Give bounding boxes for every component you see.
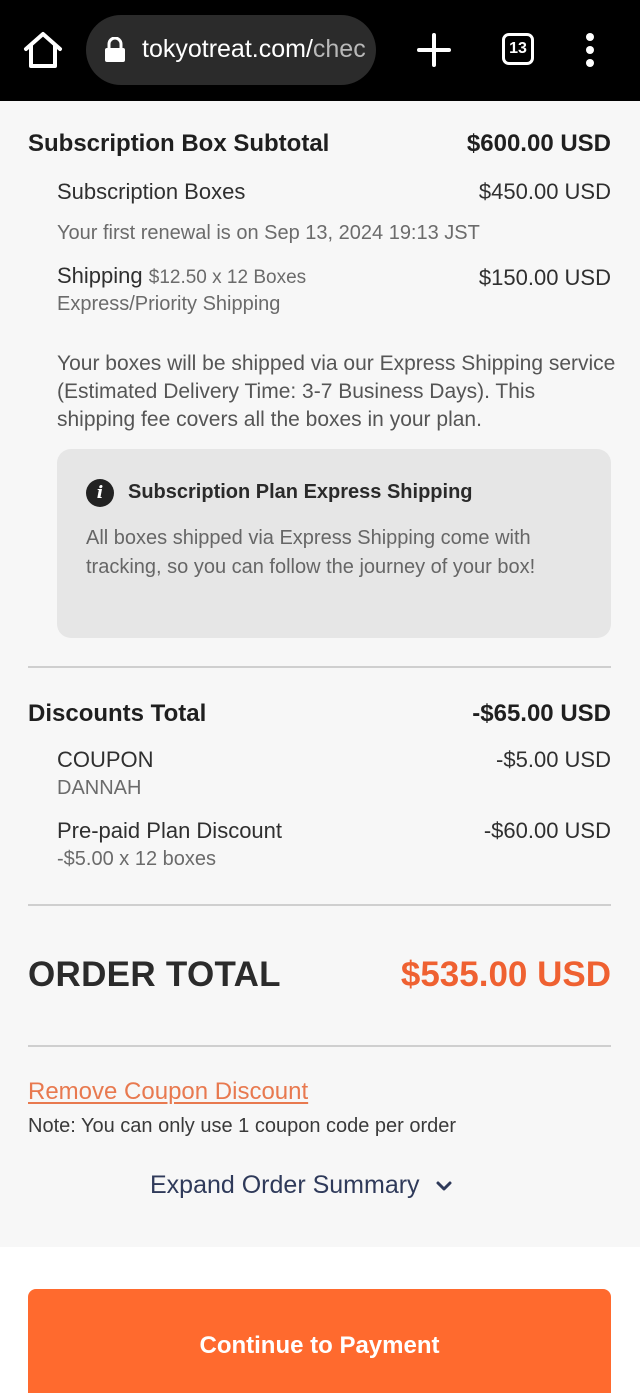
- tab-switcher-button[interactable]: 13: [502, 33, 534, 65]
- prepaid-discount-detail: -$5.00 x 12 boxes: [57, 848, 216, 870]
- chevron-down-icon: [436, 1181, 452, 1190]
- lock-icon: [105, 37, 125, 62]
- subscription-boxes-row: Subscription Boxes $450.00 USD: [57, 179, 611, 205]
- shipping-type: Express/Priority Shipping: [57, 293, 281, 315]
- prepaid-discount-label: Pre-paid Plan Discount: [57, 818, 283, 843]
- subscription-subtotal-label: Subscription Box Subtotal: [28, 130, 330, 157]
- subscription-subtotal-row: Subscription Box Subtotal $600.00 USD: [28, 130, 611, 158]
- coupon-value: -$5.00 USD: [496, 747, 611, 772]
- expand-order-summary-label: Expand Order Summary: [150, 1171, 420, 1199]
- divider: [28, 666, 611, 668]
- coupon-label: COUPON: [57, 747, 154, 772]
- prepaid-discount-row: Pre-paid Plan Discount -$5.00 x 12 boxes…: [57, 818, 611, 871]
- checkout-footer: Continue to Payment: [0, 1247, 640, 1393]
- expand-order-summary-button[interactable]: Expand Order Summary: [150, 1171, 454, 1200]
- shipping-label: Shipping: [57, 263, 143, 288]
- subscription-subtotal-value: $600.00 USD: [466, 130, 611, 157]
- home-icon[interactable]: [22, 30, 64, 70]
- divider: [28, 1045, 611, 1047]
- coupon-code: DANNAH: [57, 777, 142, 799]
- discounts-total-label: Discounts Total: [28, 700, 207, 727]
- discounts-total-value: -$65.00 USD: [472, 700, 611, 727]
- prepaid-discount-value: -$60.00 USD: [483, 818, 611, 843]
- new-tab-icon[interactable]: [414, 30, 454, 70]
- shipping-description: Your boxes will be shipped via our Expre…: [57, 352, 616, 431]
- browser-toolbar: tokyotreat.com/chec 13: [0, 0, 640, 101]
- subscription-boxes-label: Subscription Boxes: [57, 179, 246, 204]
- subscription-boxes-value: $450.00 USD: [478, 179, 611, 204]
- renewal-date-text: Your first renewal is on Sep 13, 2024 19…: [57, 222, 480, 244]
- shipping-value: $150.00 USD: [478, 265, 611, 290]
- discounts-total-row: Discounts Total -$65.00 USD: [28, 700, 611, 728]
- info-box-text: All boxes shipped via Express Shipping c…: [86, 527, 536, 578]
- express-shipping-info-box: i Subscription Plan Express Shipping All…: [57, 449, 611, 638]
- remove-coupon-link[interactable]: Remove Coupon Discount: [28, 1078, 308, 1106]
- info-icon: i: [86, 479, 114, 507]
- more-menu-icon[interactable]: [580, 30, 600, 70]
- url-text: tokyotreat.com/chec: [142, 35, 366, 63]
- shipping-info: Shipping $12.50 x 12 Boxes Express/Prior…: [57, 263, 306, 316]
- shipping-rate: $12.50 x 12 Boxes: [148, 267, 307, 288]
- coupon-note: Note: You can only use 1 coupon code per…: [28, 1115, 457, 1137]
- info-box-title: Subscription Plan Express Shipping: [128, 481, 473, 503]
- order-total-label: ORDER TOTAL: [28, 955, 281, 994]
- address-bar[interactable]: tokyotreat.com/chec: [86, 15, 376, 85]
- divider: [28, 904, 611, 906]
- order-total-value: $535.00 USD: [400, 955, 611, 994]
- coupon-row: COUPON DANNAH -$5.00 USD: [57, 747, 611, 800]
- continue-to-payment-button[interactable]: Continue to Payment: [28, 1289, 611, 1393]
